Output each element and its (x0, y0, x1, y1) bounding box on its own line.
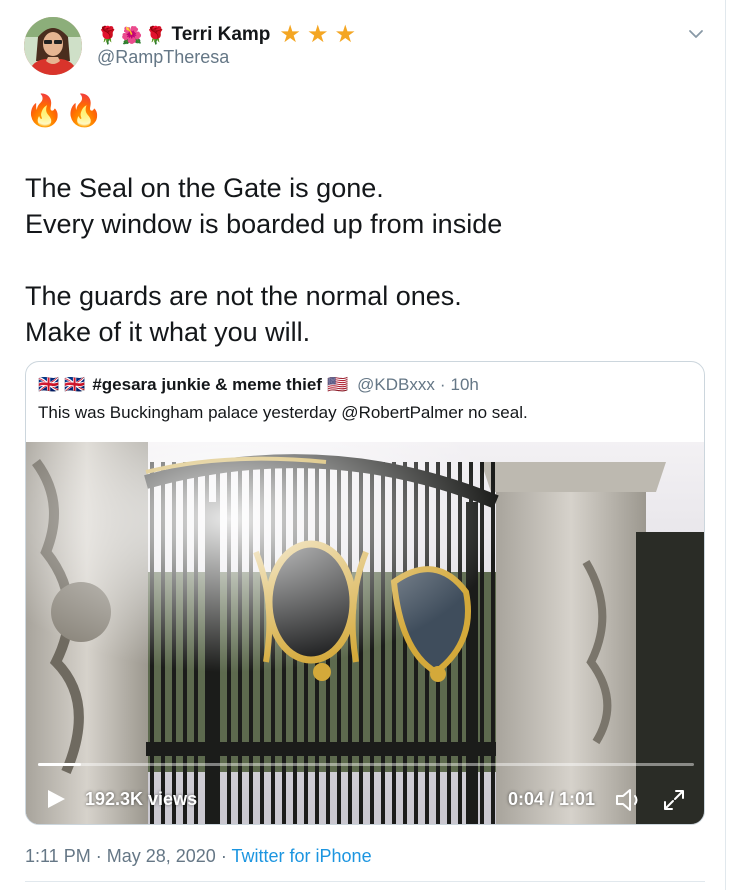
separator-dot: · (220, 846, 227, 866)
separator-dot: · (95, 846, 102, 866)
video-progress-bar[interactable] (38, 763, 694, 766)
divider (25, 881, 705, 882)
avatar[interactable] (24, 17, 82, 75)
quoted-tweet[interactable]: 🇬🇧 🇬🇧 #gesara junkie & meme thief 🇺🇸 @KD… (25, 361, 705, 825)
tweet-line: Make of it what you will. (25, 317, 311, 347)
uk-flag-emoji: 🇬🇧 (64, 375, 86, 394)
fire-emojis: 🔥🔥 (25, 93, 105, 128)
video-player[interactable]: 192.3K views 0:04 / 1:01 (26, 442, 704, 824)
quoted-handle[interactable]: @KDBxxx (357, 375, 435, 395)
quoted-display-name[interactable]: #gesara junkie & meme thief (92, 375, 322, 395)
tweet-text: The Seal on the Gate is gone. Every wind… (25, 170, 705, 350)
rose-emoji: 🌹 (145, 25, 167, 45)
author-handle[interactable]: @RampTheresa (97, 47, 229, 68)
display-name[interactable]: Terri Kamp (172, 24, 271, 46)
hibiscus-emoji: 🌺 (121, 25, 143, 45)
star-icon: ★ (334, 21, 356, 48)
tweet-date[interactable]: May 28, 2020 (107, 846, 216, 866)
quoted-text: This was Buckingham palace yesterday @Ro… (38, 403, 528, 422)
view-count: 192.3K views (85, 789, 198, 809)
tweet-line: The guards are not the normal ones. (25, 281, 462, 311)
tweet-line: Every window is boarded up from inside (25, 209, 503, 239)
rose-emoji: 🌹 (97, 25, 119, 45)
tweet-source-link[interactable]: Twitter for iPhone (232, 846, 372, 866)
fullscreen-icon[interactable] (662, 788, 686, 812)
chevron-down-icon[interactable] (688, 26, 704, 42)
video-progress-fill (38, 763, 81, 766)
author-name-row[interactable]: 🌹 🌺 🌹 Terri Kamp ★ ★ ★ (97, 22, 359, 48)
play-icon[interactable] (44, 788, 68, 810)
quoted-header: 🇬🇧 🇬🇧 #gesara junkie & meme thief 🇺🇸 @KD… (38, 374, 479, 396)
quoted-time[interactable]: 10h (451, 375, 479, 395)
tweet-card: 🌹 🌺 🌹 Terri Kamp ★ ★ ★ @RampTheresa 🔥🔥 T… (0, 0, 726, 890)
star-icon: ★ (279, 21, 301, 48)
video-frame (26, 442, 704, 824)
video-timecode: 0:04 / 1:01 (508, 789, 596, 809)
uk-flag-emoji: 🇬🇧 (38, 375, 60, 394)
tweet-line: The Seal on the Gate is gone. (25, 173, 384, 203)
separator-dot: · (439, 375, 446, 394)
volume-icon[interactable] (614, 787, 644, 813)
us-flag-emoji: 🇺🇸 (326, 375, 349, 394)
tweet-time[interactable]: 1:11 PM (25, 846, 91, 866)
tweet-meta: 1:11 PM · May 28, 2020 · Twitter for iPh… (25, 846, 372, 867)
star-icon: ★ (306, 21, 329, 48)
